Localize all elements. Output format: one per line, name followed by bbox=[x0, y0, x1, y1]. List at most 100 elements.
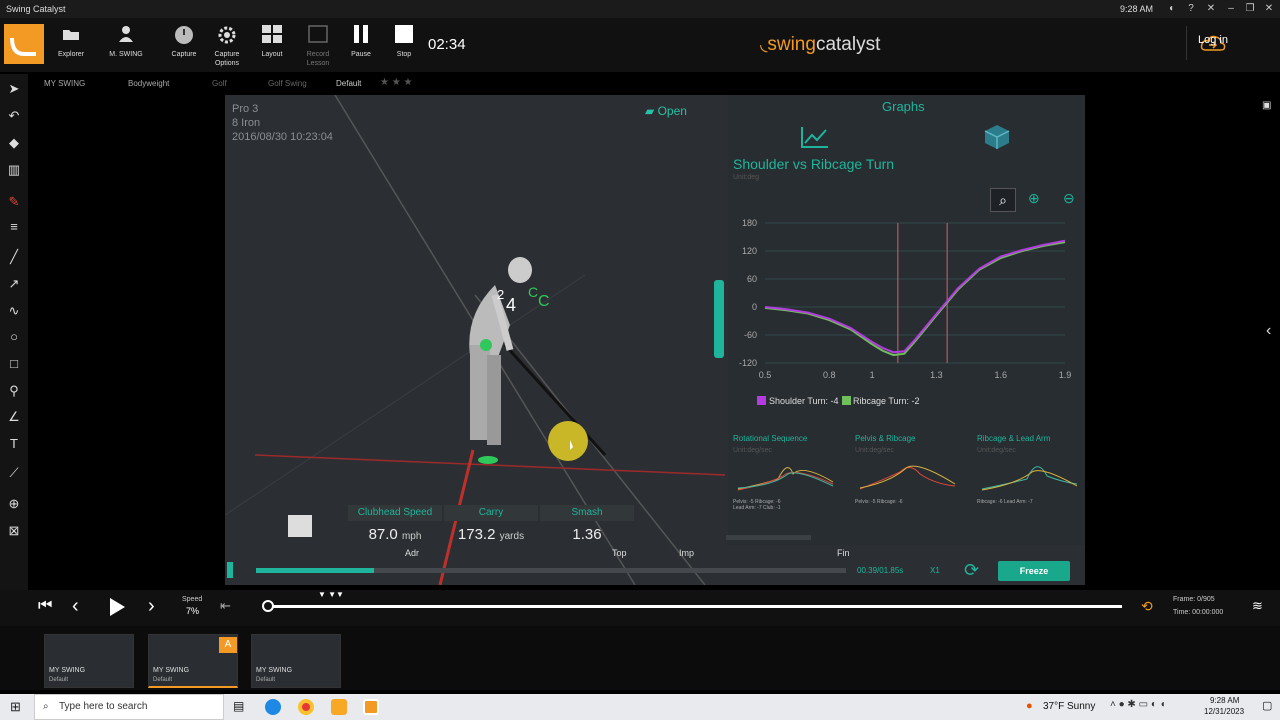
playback-rate[interactable]: X1 bbox=[930, 566, 940, 575]
chrome-icon[interactable] bbox=[298, 699, 314, 715]
chart-unit: Unit:deg bbox=[733, 174, 760, 181]
taskbar-time: 9:28 AM bbox=[1210, 696, 1240, 705]
file-explorer-icon[interactable] bbox=[331, 699, 347, 715]
circle-tool-icon[interactable]: ○ bbox=[5, 328, 23, 346]
notification-icon[interactable]: ▢ bbox=[1262, 699, 1272, 712]
expand-right-icon[interactable]: ‹ bbox=[1266, 322, 1271, 340]
marker-impact[interactable]: Imp bbox=[679, 548, 694, 558]
record-icon bbox=[308, 25, 328, 43]
zoom-in-icon[interactable]: ⊕ bbox=[1028, 190, 1040, 207]
explorer-button[interactable]: Explorer bbox=[49, 24, 93, 70]
rectangle-tool-icon[interactable]: □ bbox=[5, 355, 23, 373]
mini-chart-ribcage-leadarm[interactable]: Ribcage & Lead Arm Unit:deg/sec Ribcage:… bbox=[977, 434, 1085, 530]
filter-golf-swing[interactable]: Golf Swing bbox=[268, 79, 307, 88]
line-tool-icon[interactable]: ╱ bbox=[5, 248, 23, 266]
panel-scrollbar[interactable] bbox=[726, 535, 811, 540]
open-button[interactable]: ▰ Open bbox=[645, 104, 687, 118]
person-tool-icon[interactable]: ⚲ bbox=[5, 382, 23, 400]
freeze-button[interactable]: Freeze bbox=[998, 561, 1070, 581]
login-link[interactable]: Log in bbox=[1198, 34, 1228, 46]
freehand-tool-icon[interactable]: ∿ bbox=[5, 302, 23, 320]
mini-legend: Pelvis: -5 Ribcage: -6 Lead Arm: -7 Club:… bbox=[733, 499, 843, 511]
close-icon[interactable]: ✕ bbox=[1262, 3, 1276, 14]
line-weight-icon[interactable]: ≡ bbox=[5, 218, 23, 236]
filter-myswing[interactable]: MY SWING bbox=[44, 79, 85, 88]
mini-chart-rotational[interactable]: Rotational Sequence Unit:deg/sec Pelvis:… bbox=[733, 434, 843, 530]
thumbnail-item[interactable]: MY SWING Default bbox=[44, 634, 134, 688]
mini-unit: Unit:deg/sec bbox=[733, 447, 772, 454]
mini-legend-item: Ribcage: -6 bbox=[977, 499, 1003, 505]
arrow-tool-icon[interactable]: ↗ bbox=[5, 275, 23, 293]
grid-tool-icon[interactable]: ⊠ bbox=[5, 522, 23, 540]
speed-value[interactable]: 7% bbox=[186, 606, 199, 616]
task-view-icon[interactable]: ▤ bbox=[233, 699, 244, 713]
line-chart-icon[interactable] bbox=[800, 125, 830, 149]
filter-bodyweight[interactable]: Bodyweight bbox=[128, 79, 169, 88]
capture-options-button[interactable]: Capture Options bbox=[205, 24, 249, 70]
marker-label-c1: C bbox=[528, 284, 539, 300]
volume-icon[interactable]: ◖ bbox=[1164, 3, 1178, 14]
prev-frame-icon[interactable]: ‹ bbox=[72, 595, 79, 618]
legend-swatch-ribcage bbox=[842, 396, 851, 405]
text-tool-icon[interactable]: T bbox=[5, 435, 23, 453]
rating-stars[interactable]: ★ ★ ★ bbox=[380, 77, 412, 88]
next-frame-icon[interactable]: › bbox=[148, 595, 155, 618]
swing-timeline[interactable] bbox=[256, 568, 846, 573]
mswing-button[interactable]: M. SWING bbox=[104, 24, 148, 70]
folder-open-icon: ▰ bbox=[645, 104, 655, 118]
zoom-tool-icon[interactable]: ⊕ bbox=[5, 495, 23, 513]
record-lesson-button[interactable]: Record Lesson bbox=[296, 24, 340, 70]
timeline-start-handle[interactable] bbox=[227, 562, 233, 578]
filter-golf[interactable]: Golf bbox=[212, 79, 227, 88]
layout-button[interactable]: Layout bbox=[250, 24, 294, 70]
mini-legend-item: Ribcage: -6 bbox=[876, 499, 903, 505]
repeat-icon[interactable]: ⟲ bbox=[1141, 598, 1153, 615]
eraser-icon[interactable]: ◆ bbox=[5, 134, 23, 152]
fit-zoom-icon[interactable]: ⌕ bbox=[990, 188, 1016, 212]
pen-color-icon[interactable]: ✎ bbox=[5, 193, 23, 211]
taskbar-search[interactable]: ⌕ Type here to search bbox=[34, 694, 224, 720]
help-icon[interactable]: ? bbox=[1184, 3, 1198, 14]
capture-button[interactable]: Capture bbox=[162, 24, 206, 70]
mini-unit: Unit:deg/sec bbox=[977, 447, 1016, 454]
filter-default[interactable]: Default bbox=[336, 79, 361, 88]
trash-icon[interactable]: ▥ bbox=[5, 161, 23, 179]
cube-icon[interactable] bbox=[983, 123, 1011, 151]
weather-text[interactable]: 37°F Sunny bbox=[1043, 701, 1095, 712]
logo-icon[interactable] bbox=[4, 24, 44, 64]
pause-button[interactable]: Pause bbox=[339, 24, 383, 70]
video-scrubber[interactable] bbox=[268, 605, 1122, 608]
marker-top[interactable]: Top bbox=[612, 548, 627, 558]
pointer-tool-icon[interactable]: ➤ bbox=[5, 80, 23, 98]
minimize-icon[interactable]: – bbox=[1224, 3, 1238, 14]
restore-icon[interactable]: ❐ bbox=[1243, 3, 1257, 14]
skip-start-icon[interactable]: ⏮ bbox=[38, 597, 52, 615]
trim-icon[interactable]: ⇤ bbox=[220, 598, 231, 614]
shoulder-ribcage-chart[interactable]: 180 120 60 0 -60 -1200.5 0.8 1 1.3 1.6 1.9 bbox=[733, 215, 1078, 385]
thumbnail-item-active[interactable]: MY SWING Default A bbox=[148, 634, 238, 688]
camera-icon[interactable]: ▣ bbox=[1262, 100, 1271, 111]
mini-title: Pelvis & Ribcage bbox=[855, 434, 916, 443]
legend-swatch-shoulder bbox=[757, 396, 766, 405]
marker-finish[interactable]: Fin bbox=[837, 548, 850, 558]
windows-start-icon[interactable]: ⊞ bbox=[10, 699, 21, 715]
marker-address[interactable]: Adr bbox=[405, 548, 419, 558]
swingcatalyst-taskbar-icon[interactable] bbox=[363, 699, 379, 715]
panel-collapse-handle[interactable] bbox=[714, 280, 724, 358]
x-tick-label: 1 bbox=[870, 370, 875, 380]
angle-tool-icon[interactable]: ∠ bbox=[5, 408, 23, 426]
ruler-tool-icon[interactable]: ⟋ bbox=[5, 464, 23, 482]
zoom-out-icon[interactable]: ⊖ bbox=[1063, 190, 1075, 207]
scrubber-handle[interactable] bbox=[262, 600, 274, 612]
edge-icon[interactable] bbox=[265, 699, 281, 715]
settings-icon[interactable]: ✕ bbox=[1204, 3, 1218, 14]
tray-icons[interactable]: ˄ ● ✱ ▭ ◐ ◖ bbox=[1110, 699, 1166, 710]
thumbnail-name: MY SWING bbox=[256, 667, 293, 674]
stop-button[interactable]: Stop bbox=[382, 24, 426, 70]
undo-icon[interactable]: ↶ bbox=[5, 107, 23, 125]
play-icon[interactable] bbox=[108, 597, 126, 617]
waveform-icon[interactable]: ≋ bbox=[1252, 598, 1263, 614]
loop-icon[interactable]: ⟳ bbox=[964, 560, 979, 581]
mini-chart-pelvis-ribcage[interactable]: Pelvis & Ribcage Unit:deg/sec Pelvis: -5… bbox=[855, 434, 965, 530]
thumbnail-item[interactable]: MY SWING Default bbox=[251, 634, 341, 688]
